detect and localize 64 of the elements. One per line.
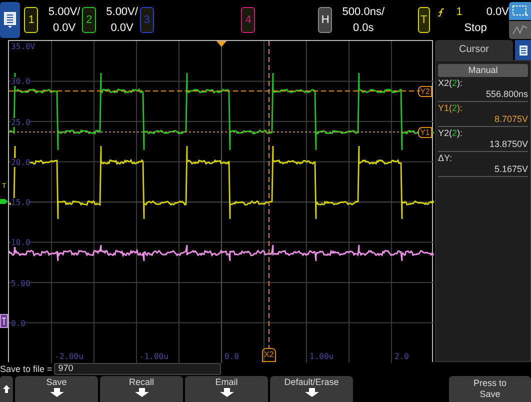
readout-label: Y1(2): [438, 103, 464, 114]
volt-axis-label: 30.0 [11, 77, 30, 86]
time-axis-label: -2.00u [54, 352, 84, 361]
select-tool-button[interactable] [509, 2, 531, 20]
channel-scale: 5.00V/ [106, 5, 138, 20]
menu-icon [4, 12, 16, 28]
rising-edge-icon [438, 8, 444, 16]
down-arrow-icon [134, 388, 148, 397]
softkey-button[interactable]: Save [15, 376, 98, 402]
volt-axis-label: 35.0V [11, 42, 36, 51]
mode-button[interactable]: Manual [438, 64, 528, 77]
trigger-level: 0.0V [486, 5, 509, 20]
trigger-position-icon [216, 41, 226, 47]
panel-tab[interactable]: Cursor [435, 40, 513, 60]
menu-icon [518, 44, 528, 56]
menu-button[interactable] [0, 2, 20, 38]
readout-value: 556.800ns [484, 89, 528, 100]
time-axis-label: 0.0 [224, 352, 239, 361]
time-axis-label: 1.00u [310, 352, 334, 361]
volt-axis-label: 0.0 [11, 318, 26, 328]
up-arrow-icon [3, 385, 10, 393]
cursor-tag[interactable]: Y1 [418, 127, 432, 138]
panel-menu-button[interactable] [515, 40, 531, 60]
save-file-label: Save to file = [0, 363, 52, 375]
up-arrow-button[interactable] [0, 376, 13, 402]
volt-axis-label: 5.00 [11, 278, 30, 288]
trigger-source: 1 [456, 5, 462, 20]
readout-value: 5.1675V [493, 164, 528, 175]
softkey-button[interactable]: Default/Erase [270, 376, 353, 402]
volt-axis-label: 25.0 [11, 118, 30, 126]
cursor-tag[interactable]: Y2 [418, 86, 432, 97]
channel-offset: 0.0V [53, 21, 76, 36]
readout-label: X2(2): [438, 78, 464, 89]
press-to-save-button[interactable]: Press to Save [449, 376, 531, 402]
channel-badge[interactable]: 2 [82, 7, 96, 33]
dashed-rectangle-icon [512, 4, 528, 16]
readout-label: Y2(2): [438, 128, 464, 139]
channel-scale: 5.00V/ [48, 5, 80, 20]
horizontal-badge[interactable]: H [318, 7, 332, 33]
channel-offset: 0.0V [110, 21, 134, 36]
down-arrow-icon [50, 388, 64, 397]
volt-axis-label: 10.0 [11, 238, 30, 248]
softkey-button[interactable]: Recall [100, 376, 183, 402]
volt-axis-label: 20.0 [11, 158, 30, 167]
waveform-icon [512, 24, 528, 36]
readout-value: 8.7075V [493, 114, 528, 125]
down-arrow-icon [220, 388, 234, 397]
waveform-tool-button[interactable] [509, 20, 531, 38]
file-name-field[interactable]: 970 [54, 363, 222, 375]
time-delay: 0.0s [353, 21, 374, 36]
channel-badge[interactable]: 1 [24, 7, 38, 33]
readout-value: 13.8750V [488, 139, 528, 150]
down-arrow-icon [304, 388, 318, 397]
time-axis-label: -1.00u [140, 352, 168, 361]
readout-label: ΔY: [438, 153, 454, 164]
ground-marker-icon [0, 197, 8, 206]
cursor-tag[interactable]: X2 [262, 348, 276, 362]
time-axis-label: 2.0 [394, 352, 409, 361]
trigger-badge[interactable]: T [418, 7, 430, 33]
channel-marker-icon [0, 314, 8, 328]
volt-axis-label: 15.0 [11, 198, 30, 207]
time-scale: 500.0ns/ [342, 5, 384, 20]
run-status: Stop [464, 21, 488, 36]
softkey-button[interactable]: Email [185, 376, 268, 402]
